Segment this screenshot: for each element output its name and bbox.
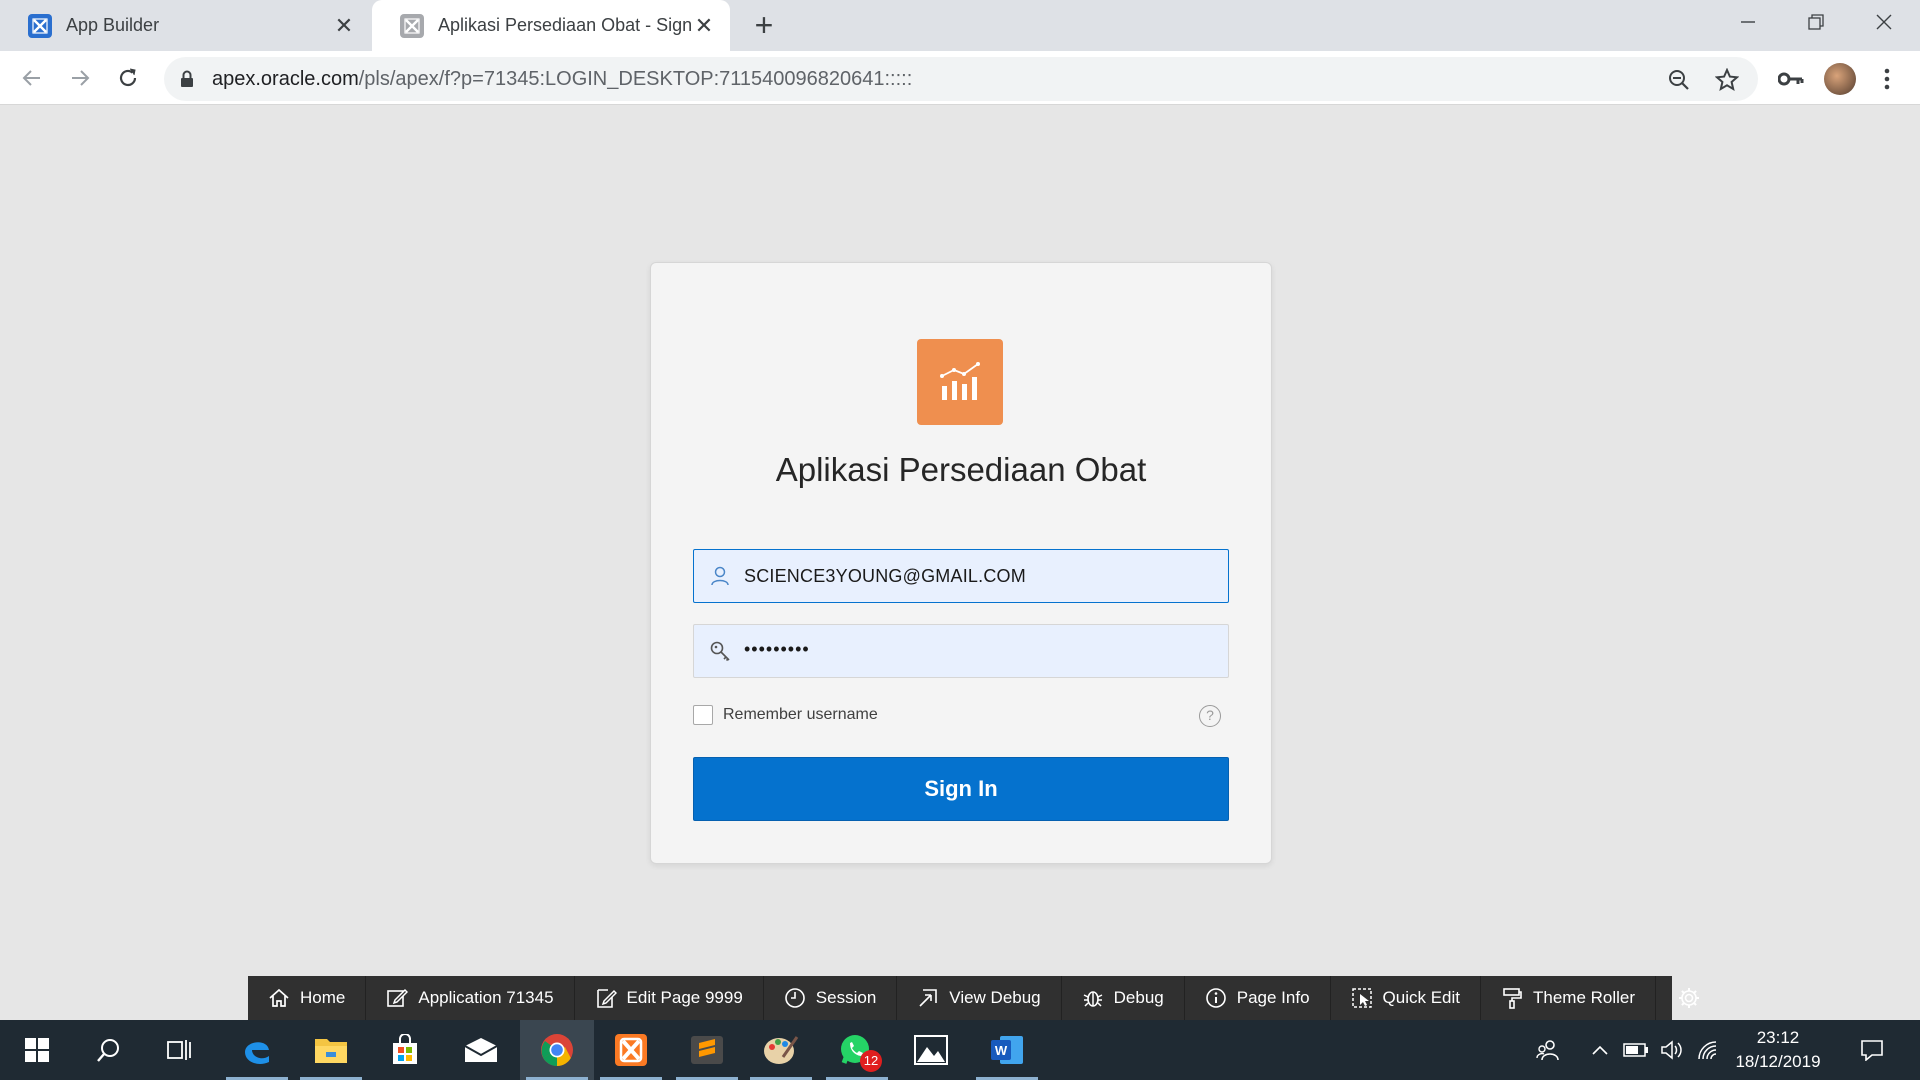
login-card: Aplikasi Persediaan Obat SCIENCE3YOUNG@G… (650, 262, 1272, 864)
dev-quick-edit-button[interactable]: Quick Edit (1331, 976, 1482, 1020)
key-icon[interactable] (1776, 64, 1806, 94)
edit-icon (386, 987, 409, 1009)
dev-debug-button[interactable]: Debug (1062, 976, 1185, 1020)
minimize-icon[interactable] (1714, 0, 1782, 44)
chart-growth-icon (940, 362, 980, 400)
help-icon[interactable]: ? (1199, 705, 1221, 727)
dev-view-debug-button[interactable]: View Debug (897, 976, 1062, 1020)
restore-icon[interactable] (1782, 0, 1850, 44)
quick-edit-icon (1351, 987, 1373, 1009)
lock-icon[interactable] (180, 70, 194, 93)
tab-title: App Builder (66, 15, 160, 35)
dev-home-label: Home (300, 988, 346, 1007)
developer-toolbar: Home Application 71345 Edit Page 9999 Se… (248, 976, 1700, 1020)
svg-text:W: W (995, 1043, 1008, 1058)
dev-theme-roller-label: Theme Roller (1533, 988, 1636, 1007)
notification-badge: 12 (860, 1050, 882, 1072)
url-text: apex.oracle.com/pls/apex/f?p=71345:LOGIN… (212, 68, 913, 90)
password-field[interactable]: ••••••••• (693, 624, 1229, 678)
bookmark-star-icon[interactable] (1714, 67, 1740, 93)
system-clock[interactable]: 23:12 18/12/2019 (1718, 1026, 1838, 1074)
dev-theme-roller-button[interactable]: Theme Roller (1481, 976, 1657, 1020)
back-arrow-icon[interactable] (14, 60, 50, 96)
dev-edit-page-button[interactable]: Edit Page 9999 (575, 976, 764, 1020)
sign-in-button[interactable]: Sign In (693, 757, 1229, 821)
key-icon (708, 639, 732, 663)
apex-favicon-icon (28, 13, 52, 38)
task-view-icon[interactable] (142, 1020, 216, 1080)
chrome-icon[interactable] (520, 1020, 594, 1080)
clock-date: 18/12/2019 (1735, 1052, 1821, 1071)
dev-application-button[interactable]: Application 71345 (366, 976, 575, 1020)
profile-avatar[interactable] (1824, 63, 1856, 95)
people-icon[interactable] (1528, 1020, 1568, 1080)
tab-app-builder[interactable]: App Builder ✕ (0, 0, 370, 51)
dev-home-button[interactable]: Home (248, 976, 367, 1020)
bug-icon (1082, 987, 1104, 1009)
tab-title: Aplikasi Persediaan Obat - Sign I (438, 15, 692, 35)
info-icon (1205, 987, 1227, 1009)
paint-roller-icon (1501, 987, 1523, 1009)
menu-kebab-icon[interactable] (1872, 64, 1902, 94)
search-icon[interactable] (72, 1020, 146, 1080)
edge-icon[interactable] (220, 1020, 294, 1080)
app-logo (917, 339, 1003, 425)
windows-start-icon[interactable] (0, 1020, 74, 1080)
windows-taskbar: 12 W 23:12 18/12/2019 (0, 1020, 1920, 1080)
word-icon[interactable]: W (970, 1020, 1044, 1080)
gear-icon (1678, 987, 1700, 1009)
file-explorer-icon[interactable] (294, 1020, 368, 1080)
user-icon (708, 564, 732, 588)
dev-quick-edit-label: Quick Edit (1382, 988, 1461, 1007)
reload-icon[interactable] (110, 60, 146, 96)
remember-checkbox[interactable] (693, 705, 713, 725)
notification-center-icon[interactable] (1852, 1020, 1892, 1080)
username-value: SCIENCE3YOUNG@GMAIL.COM (744, 566, 1026, 586)
tab-sign-in[interactable]: Aplikasi Persediaan Obat - Sign I ✕ (372, 0, 730, 51)
xampp-icon[interactable] (594, 1020, 668, 1080)
browser-toolbar: apex.oracle.com/pls/apex/f?p=71345:LOGIN… (0, 51, 1920, 105)
dev-session-button[interactable]: Session (764, 976, 898, 1020)
volume-icon[interactable] (1656, 1020, 1688, 1080)
paint-icon[interactable] (744, 1020, 818, 1080)
close-tab-icon[interactable]: ✕ (692, 13, 716, 38)
clock-icon (784, 987, 806, 1009)
address-bar[interactable]: apex.oracle.com/pls/apex/f?p=71345:LOGIN… (164, 57, 1758, 101)
mail-icon[interactable] (444, 1020, 518, 1080)
apex-favicon-icon (400, 13, 424, 38)
dev-page-info-button[interactable]: Page Info (1185, 976, 1331, 1020)
battery-icon[interactable] (1620, 1020, 1652, 1080)
zoom-icon[interactable] (1666, 67, 1692, 93)
dev-view-debug-label: View Debug (949, 988, 1041, 1007)
edit-page-icon (595, 987, 617, 1009)
sublime-text-icon[interactable] (670, 1020, 744, 1080)
new-tab-button[interactable]: + (748, 9, 780, 42)
dev-page-info-label: Page Info (1236, 988, 1310, 1007)
dev-session-label: Session (815, 988, 877, 1007)
dev-debug-label: Debug (1113, 988, 1164, 1007)
home-icon (268, 987, 290, 1009)
clock-time: 23:12 (1756, 1028, 1800, 1047)
browser-tab-strip: App Builder ✕ Aplikasi Persediaan Obat -… (0, 0, 1920, 51)
store-icon[interactable] (368, 1020, 442, 1080)
dev-application-label: Application 71345 (418, 988, 554, 1007)
whatsapp-icon[interactable]: 12 (820, 1020, 894, 1080)
remember-username[interactable]: Remember username (693, 705, 878, 725)
dev-edit-page-label: Edit Page 9999 (626, 988, 743, 1007)
chevron-up-icon[interactable] (1584, 1020, 1616, 1080)
page-title: Aplikasi Persediaan Obat (775, 451, 1147, 488)
remember-label: Remember username (723, 706, 878, 723)
photos-icon[interactable] (894, 1020, 968, 1080)
forward-arrow-icon[interactable] (62, 60, 98, 96)
dev-settings-button[interactable] (1656, 976, 1722, 1020)
close-window-icon[interactable] (1850, 0, 1918, 44)
username-field[interactable]: SCIENCE3YOUNG@GMAIL.COM (693, 549, 1229, 603)
close-tab-icon[interactable]: ✕ (332, 13, 356, 38)
password-value: ••••••••• (744, 639, 810, 659)
view-debug-icon (917, 987, 939, 1009)
